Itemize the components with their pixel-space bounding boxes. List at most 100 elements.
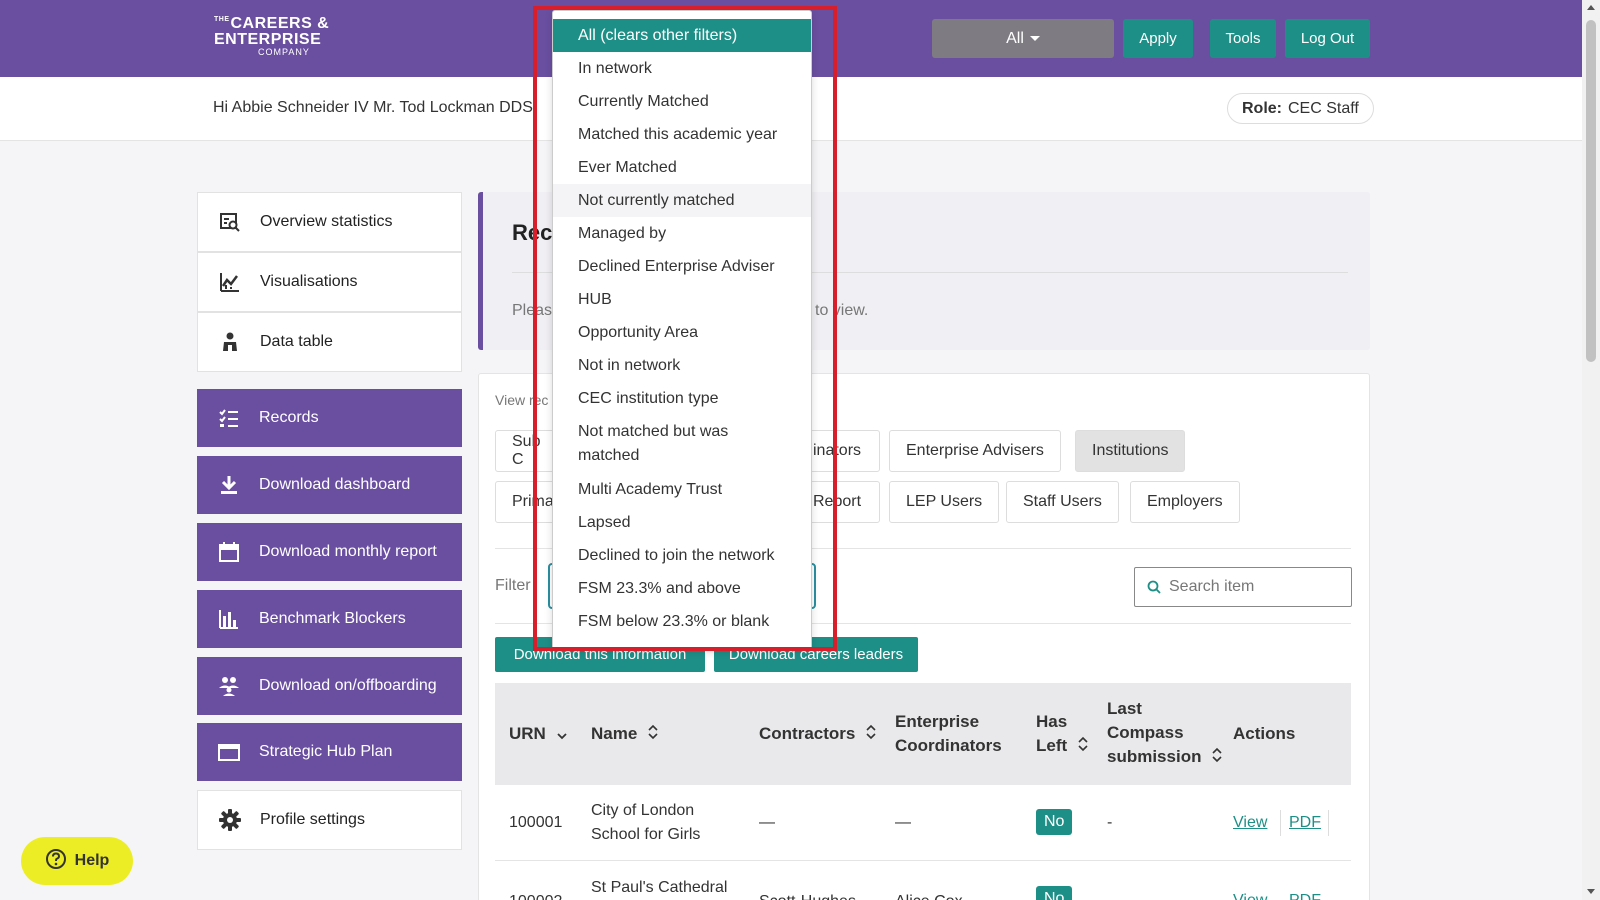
column-header-label: submission xyxy=(1107,747,1202,766)
sidebar-item-download-onoffboarding[interactable]: Download on/offboarding xyxy=(197,657,462,715)
cell-name-line: City of London xyxy=(591,802,695,819)
column-header-label: Has xyxy=(1036,712,1068,731)
sidebar-item-visualisations[interactable]: Visualisations xyxy=(197,252,462,312)
cell-coordinators: Alice Cox xyxy=(895,890,963,900)
download-icon xyxy=(217,473,241,497)
company-logo[interactable]: THECAREERS & ENTERPRISE COMPANY xyxy=(214,16,329,57)
search-icon xyxy=(1147,580,1161,594)
logo-text-line2: ENTERPRISE xyxy=(214,31,322,48)
tab-employers[interactable]: Employers xyxy=(1130,481,1240,523)
sidebar-item-strategic-hub-plan[interactable]: Strategic Hub Plan xyxy=(197,723,462,781)
sidebar-item-download-dashboard[interactable]: Download dashboard xyxy=(197,456,462,514)
chart-search-icon xyxy=(218,210,242,234)
visualisation-icon xyxy=(218,270,242,294)
has-left-badge: No xyxy=(1036,809,1073,835)
column-header-contractors[interactable]: Contractors xyxy=(759,722,876,747)
sidebar-item-records[interactable]: Records xyxy=(197,389,462,447)
column-header-label: Name xyxy=(591,724,638,743)
apply-button[interactable]: Apply xyxy=(1123,19,1193,58)
divider xyxy=(1280,810,1281,836)
filter-label: Filter xyxy=(495,577,531,594)
cell-name: City of London School for Girls xyxy=(591,799,700,847)
cell-urn: 100002 xyxy=(509,890,562,900)
bar-chart-icon xyxy=(217,607,241,631)
column-header-enterprise-coordinators: Enterprise Coordinators xyxy=(895,710,1002,758)
search-input[interactable]: Search item xyxy=(1134,567,1352,607)
pdf-link[interactable]: PDF xyxy=(1289,892,1321,900)
pdf-link[interactable]: PDF xyxy=(1289,814,1321,832)
tab-lep-users[interactable]: LEP Users xyxy=(889,481,1000,523)
sidebar-item-label: Benchmark Blockers xyxy=(259,610,406,627)
sidebar-item-label: Visualisations xyxy=(260,273,358,290)
sort-icon xyxy=(866,723,876,747)
caret-down-icon xyxy=(1029,36,1040,41)
tab-enterprise-advisers[interactable]: Enterprise Advisers xyxy=(889,430,1061,472)
table-row: 100001 City of London School for Girls —… xyxy=(495,785,1351,861)
column-header-has-left[interactable]: Has Left xyxy=(1036,710,1088,759)
column-header-label: URN xyxy=(509,724,546,743)
cell-coordinators: — xyxy=(895,814,911,831)
question-circle-icon xyxy=(45,848,67,875)
help-label: Help xyxy=(74,852,110,869)
sidebar-item-overview-statistics[interactable]: Overview statistics xyxy=(197,192,462,252)
logo-text-small: THE xyxy=(214,16,230,23)
folder-icon xyxy=(217,740,241,764)
logo-text-line1: CAREERS & xyxy=(230,15,330,32)
highlight-box xyxy=(533,6,837,651)
cell-contractors: — xyxy=(759,814,775,831)
search-placeholder: Search item xyxy=(1169,578,1255,595)
tab-staff-users[interactable]: Staff Users xyxy=(1006,481,1119,523)
scrollbar-thumb[interactable] xyxy=(1586,20,1596,362)
sidebar-item-label: Download monthly report xyxy=(259,543,437,560)
sidebar-item-label: Strategic Hub Plan xyxy=(259,743,393,760)
scroll-up-arrow-icon[interactable] xyxy=(1587,5,1595,10)
sort-icon xyxy=(1078,735,1088,759)
sidebar-item-data-table[interactable]: Data table xyxy=(197,312,462,372)
sidebar-item-label: Download dashboard xyxy=(259,476,411,493)
table-header: URN Name Contractors Enterprise Coordina… xyxy=(495,683,1351,785)
column-header-label: Enterprise xyxy=(895,712,980,731)
scroll-down-arrow-icon[interactable] xyxy=(1587,889,1595,894)
cell-name-line: School for Girls xyxy=(591,826,701,843)
cell-contractors: Scott-Hughes xyxy=(759,890,856,900)
column-header-label: Contractors xyxy=(759,724,856,743)
gear-icon xyxy=(218,808,242,832)
global-filter-value: All xyxy=(1006,29,1024,47)
role-value: CEC Staff xyxy=(1288,99,1359,117)
calendar-icon xyxy=(217,540,241,564)
users-icon xyxy=(217,674,241,698)
column-header-label: Left xyxy=(1036,736,1068,755)
cell-urn: 100001 xyxy=(509,814,563,831)
column-header-name[interactable]: Name xyxy=(591,722,658,747)
column-header-last-compass-submission[interactable]: Last Compass submission xyxy=(1107,697,1222,770)
global-filter-dropdown[interactable]: All xyxy=(932,19,1114,58)
sidebar-item-benchmark-blockers[interactable]: Benchmark Blockers xyxy=(197,590,462,648)
sidebar-item-label: Profile settings xyxy=(260,811,365,828)
role-label: Role: xyxy=(1242,99,1282,117)
view-link[interactable]: View xyxy=(1233,814,1267,832)
data-table-icon xyxy=(218,330,242,354)
column-header-actions: Actions xyxy=(1233,724,1296,743)
divider xyxy=(1328,810,1329,836)
help-button[interactable]: Help xyxy=(21,837,133,885)
role-badge: Role: CEC Staff xyxy=(1227,93,1374,124)
sidebar-item-label: Data table xyxy=(260,333,333,350)
logo-text-line3: COMPANY xyxy=(258,47,310,57)
sidebar-item-label: Download on/offboarding xyxy=(259,677,437,694)
sidebar-item-label: Records xyxy=(259,409,319,426)
sort-icon xyxy=(1212,746,1222,770)
column-header-label: Coordinators xyxy=(895,736,1002,755)
column-header-urn[interactable]: URN xyxy=(509,722,567,747)
cell-compass: - xyxy=(1107,814,1113,831)
tab-institutions[interactable]: Institutions xyxy=(1075,430,1186,472)
sidebar-item-profile-settings[interactable]: Profile settings xyxy=(197,790,462,850)
page-scrollbar[interactable] xyxy=(1582,0,1600,900)
sidebar-item-label: Overview statistics xyxy=(260,213,393,230)
view-link[interactable]: View xyxy=(1233,892,1267,900)
column-header-label: Compass xyxy=(1107,723,1184,742)
tools-button[interactable]: Tools xyxy=(1210,19,1276,58)
sidebar-item-download-monthly-report[interactable]: Download monthly report xyxy=(197,523,462,581)
has-left-badge: No xyxy=(1036,886,1073,900)
greeting-text: Hi Abbie Schneider IV Mr. Tod Lockman DD… xyxy=(213,99,538,116)
logout-button[interactable]: Log Out xyxy=(1285,19,1370,58)
